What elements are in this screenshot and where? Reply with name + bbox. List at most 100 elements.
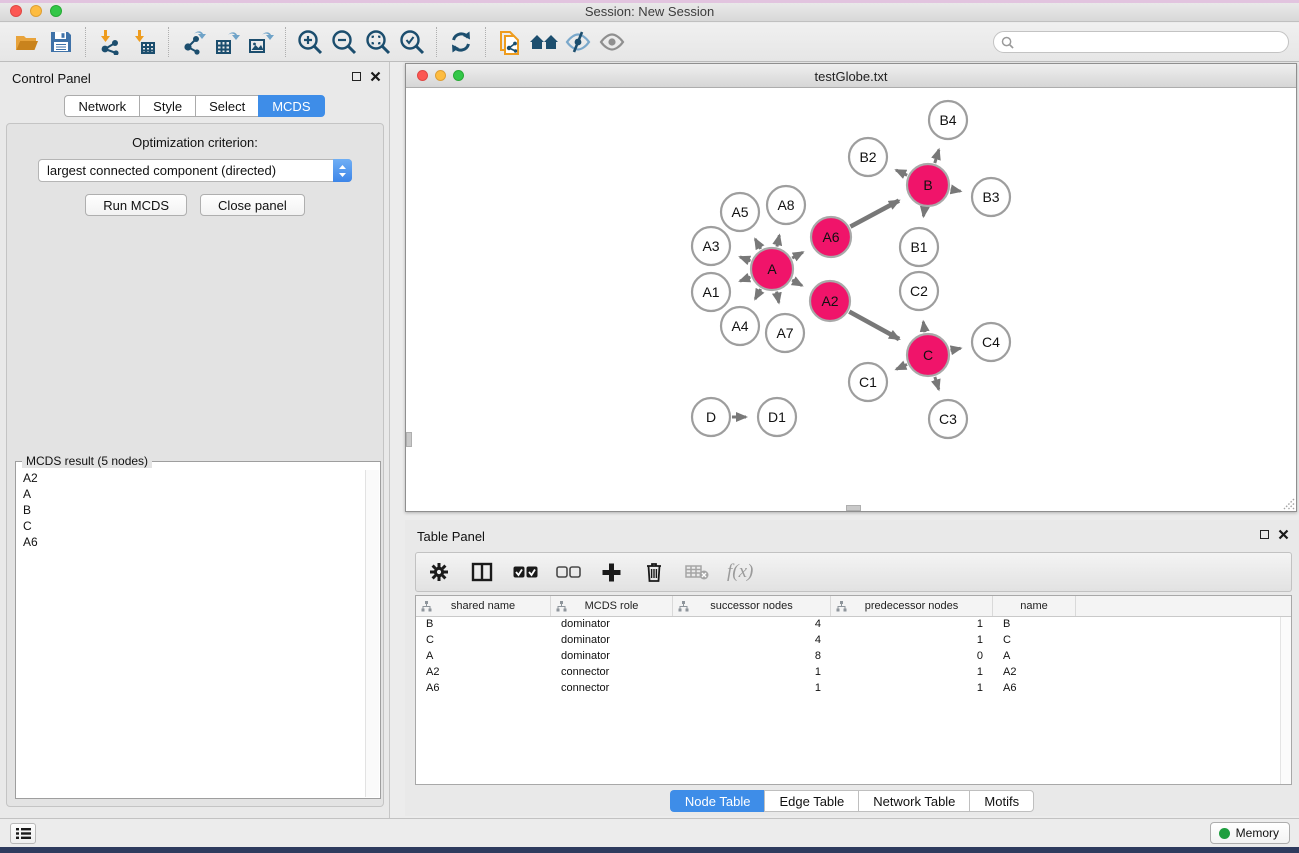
node-label-B2: B2	[859, 149, 876, 165]
zoom-out-icon	[330, 28, 358, 56]
table-row[interactable]: A6connector11A6	[416, 681, 1291, 697]
tab-mcds[interactable]: MCDS	[258, 95, 324, 117]
export-network-button[interactable]	[176, 26, 210, 58]
result-scrollbar[interactable]	[365, 470, 379, 797]
zoom-in-button[interactable]	[293, 26, 327, 58]
float-panel-icon[interactable]	[352, 72, 361, 81]
edge-A-A2[interactable]	[792, 280, 802, 285]
cell-predecessor-nodes: 1	[831, 665, 993, 681]
node-label-C: C	[923, 347, 933, 363]
refresh-button[interactable]	[444, 26, 478, 58]
edge-A-A7[interactable]	[777, 292, 779, 303]
table-row[interactable]: Cdominator41C	[416, 633, 1291, 649]
cell-predecessor-nodes: 1	[831, 633, 993, 649]
save-session-button[interactable]	[44, 26, 78, 58]
horizontal-scroll-thumb[interactable]	[846, 505, 861, 511]
mcds-result-item[interactable]: A6	[17, 534, 365, 550]
table-row[interactable]: Bdominator41B	[416, 617, 1291, 633]
edge-C-C4[interactable]	[951, 348, 961, 350]
edge-B-B4[interactable]	[935, 150, 939, 163]
mcds-result-item[interactable]: A2	[17, 470, 365, 486]
tab-network-table[interactable]: Network Table	[858, 790, 969, 812]
close-panel-icon[interactable]	[370, 71, 381, 82]
float-table-panel-icon[interactable]	[1260, 530, 1269, 539]
table-settings-button[interactable]	[426, 559, 452, 585]
import-network-button[interactable]	[93, 26, 127, 58]
edge-C-C1[interactable]	[896, 364, 907, 369]
zoom-selected-button[interactable]	[395, 26, 429, 58]
export-image-button[interactable]	[244, 26, 278, 58]
edge-A2-C[interactable]	[849, 312, 899, 339]
tab-style[interactable]: Style	[139, 95, 195, 117]
hide-graphics-details-button[interactable]	[561, 26, 595, 58]
open-file-button[interactable]	[10, 26, 44, 58]
network-canvas[interactable]: B4B2BB3A8A5A6A3B1AA1C2A2A4A7C4CC1C3DD1	[406, 88, 1296, 511]
show-graphics-details-button[interactable]	[595, 26, 629, 58]
toolbar-separator	[285, 27, 286, 57]
zoom-fit-button[interactable]	[361, 26, 395, 58]
tab-network[interactable]: Network	[64, 95, 139, 117]
node-table: shared nameMCDS rolesuccessor nodesprede…	[415, 595, 1292, 785]
refresh-icon	[448, 29, 474, 55]
node-label-B: B	[923, 177, 932, 193]
column-header-name[interactable]: name	[993, 596, 1076, 616]
new-network-from-file-button[interactable]	[493, 26, 527, 58]
edge-A6-B[interactable]	[850, 201, 899, 227]
edge-A-A1[interactable]	[740, 277, 750, 281]
close-panel-button[interactable]: Close panel	[200, 194, 305, 216]
cell-mcds-role: dominator	[551, 649, 673, 665]
hierarchy-icon	[678, 601, 689, 612]
search-input[interactable]	[1019, 33, 1288, 51]
cell-predecessor-nodes: 0	[831, 649, 993, 665]
mcds-result-item[interactable]: C	[17, 518, 365, 534]
function-builder-button-disabled: f(x)	[727, 559, 753, 585]
column-header-successor-nodes[interactable]: successor nodes	[673, 596, 831, 616]
home-button[interactable]	[527, 26, 561, 58]
edge-C-C3[interactable]	[935, 377, 939, 389]
edge-C-C2[interactable]	[923, 322, 924, 333]
close-table-panel-icon[interactable]	[1278, 529, 1289, 540]
edge-B-B1[interactable]	[923, 208, 924, 217]
criterion-dropdown[interactable]: largest connected component (directed)	[38, 159, 352, 182]
tab-node-table[interactable]: Node Table	[670, 790, 765, 812]
task-list-icon	[16, 827, 31, 840]
network-graph[interactable]: B4B2BB3A8A5A6A3B1AA1C2A2A4A7C4CC1C3DD1	[406, 88, 1296, 511]
tab-select[interactable]: Select	[195, 95, 258, 117]
column-header-shared-name[interactable]: shared name	[416, 596, 551, 616]
mcds-result-item[interactable]: B	[17, 502, 365, 518]
cell-shared-name: A	[416, 649, 551, 665]
import-table-button[interactable]	[127, 26, 161, 58]
edge-A-A5[interactable]	[755, 239, 761, 249]
task-history-button[interactable]	[10, 823, 36, 844]
create-column-button[interactable]	[598, 559, 624, 585]
search-field[interactable]	[993, 31, 1289, 53]
vertical-scroll-thumb[interactable]	[406, 432, 412, 447]
delete-column-button[interactable]	[641, 559, 667, 585]
resize-grip-icon[interactable]	[1281, 496, 1295, 510]
network-window-titlebar[interactable]: testGlobe.txt	[406, 64, 1296, 88]
show-columns-button[interactable]	[469, 559, 495, 585]
select-all-columns-button[interactable]	[512, 559, 538, 585]
cell-successor-nodes: 4	[673, 633, 831, 649]
column-header-mcds-role[interactable]: MCDS role	[551, 596, 673, 616]
unselect-all-columns-button[interactable]	[555, 559, 581, 585]
mcds-result-item[interactable]: A	[17, 486, 365, 502]
tab-motifs[interactable]: Motifs	[969, 790, 1034, 812]
edge-B-B3[interactable]	[951, 189, 961, 191]
table-row[interactable]: A2connector11A2	[416, 665, 1291, 681]
tab-edge-table[interactable]: Edge Table	[764, 790, 858, 812]
edge-A-A4[interactable]	[755, 289, 761, 299]
table-scrollbar[interactable]	[1280, 617, 1291, 784]
edge-A-A3[interactable]	[740, 257, 750, 261]
export-table-button[interactable]	[210, 26, 244, 58]
toolbar-separator	[436, 27, 437, 57]
column-header-predecessor-nodes[interactable]: predecessor nodes	[831, 596, 993, 616]
edge-B-B2[interactable]	[896, 170, 907, 175]
zoom-out-button[interactable]	[327, 26, 361, 58]
edge-A-A8[interactable]	[777, 235, 779, 246]
memory-button[interactable]: Memory	[1210, 822, 1290, 844]
run-mcds-button[interactable]: Run MCDS	[85, 194, 187, 216]
import-table-icon	[131, 29, 157, 55]
edge-A-A6[interactable]	[792, 252, 803, 258]
table-row[interactable]: Adominator80A	[416, 649, 1291, 665]
